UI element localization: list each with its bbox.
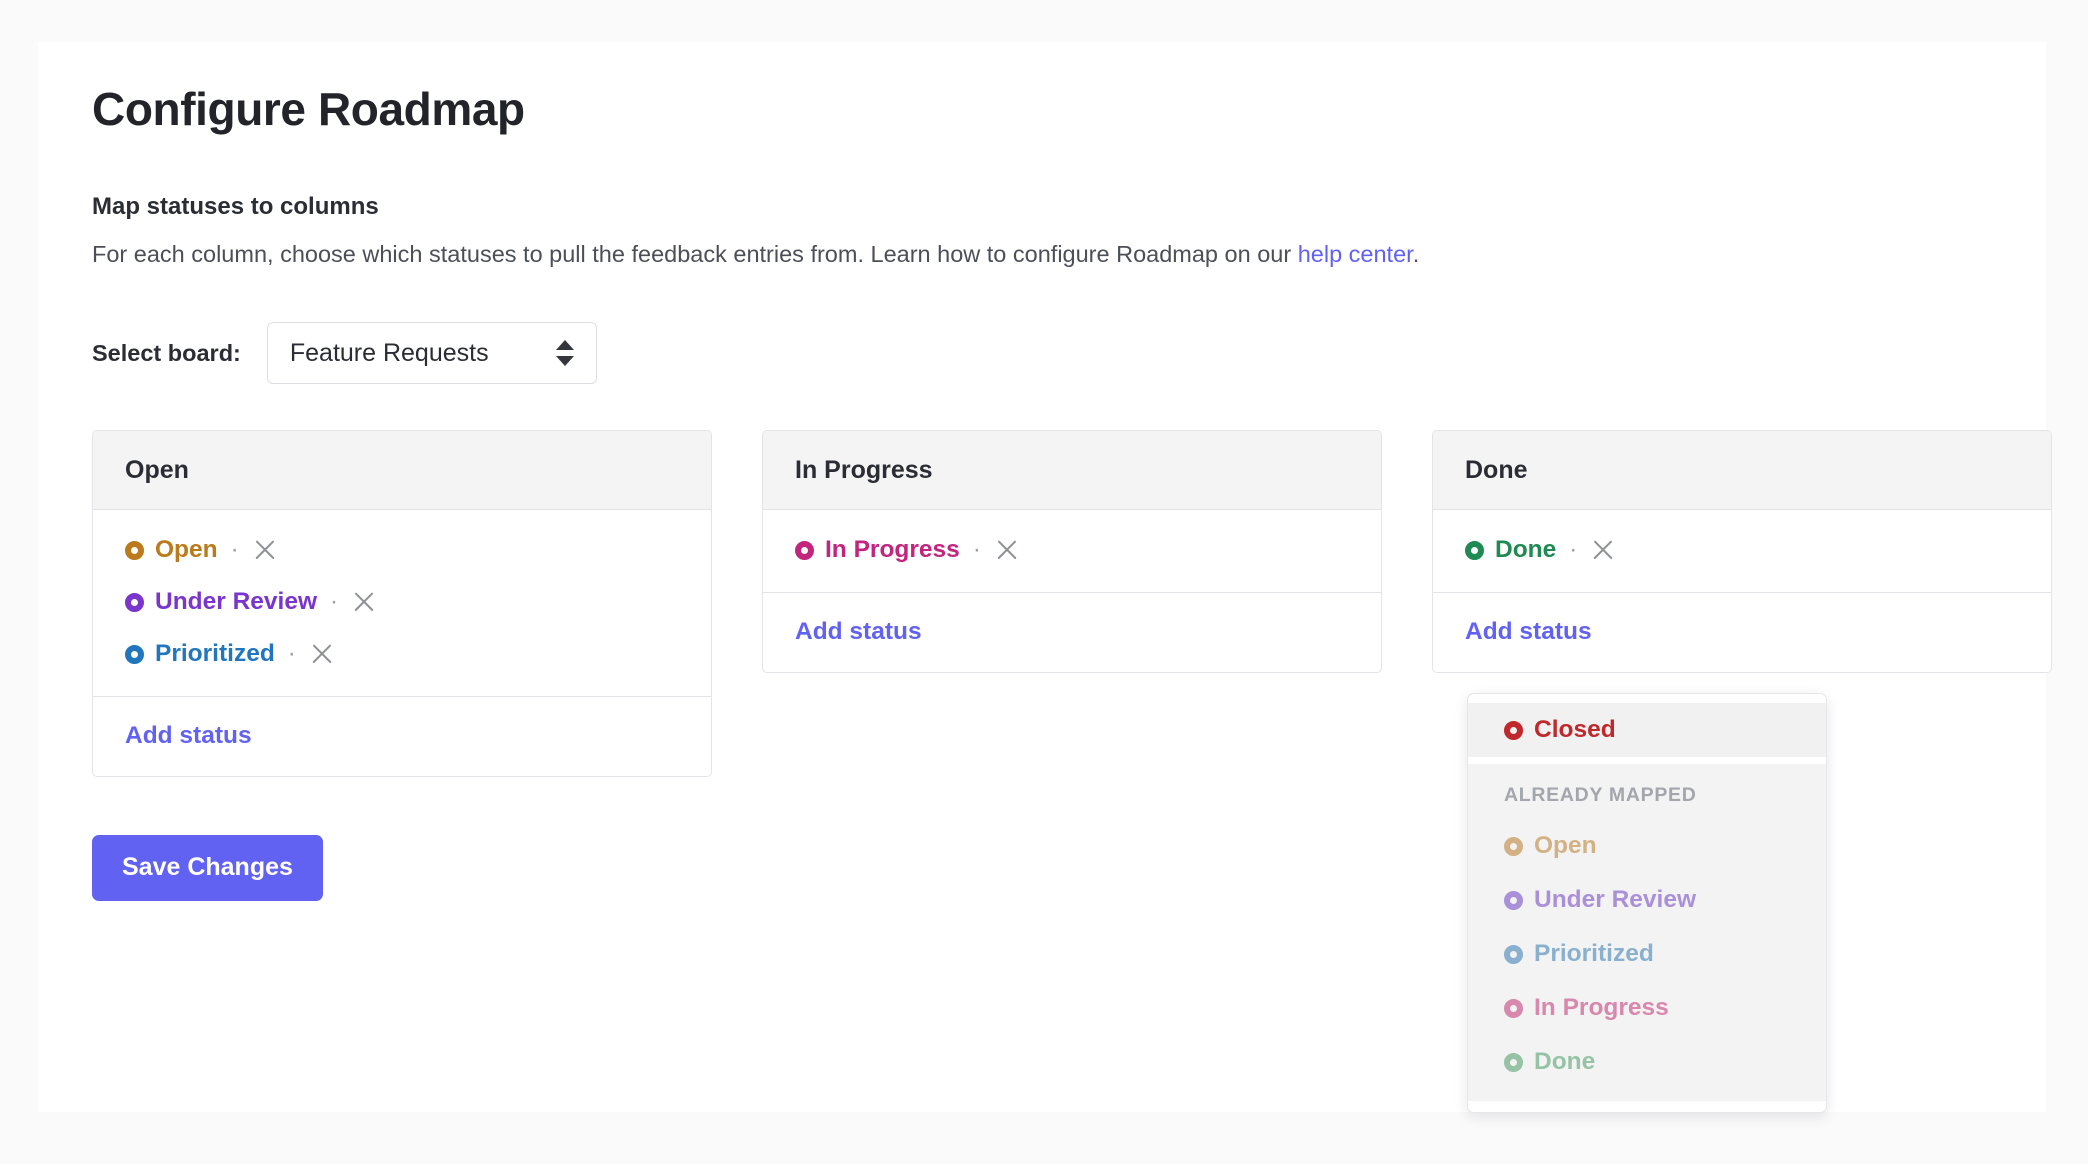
dropdown-group-title: ALREADY MAPPED [1504, 784, 1697, 807]
status-picker-dropdown: Closed ALREADY MAPPED Open Under Review … [1467, 693, 1827, 1114]
column-body-open: Open · Under Review · Prioritized · [93, 510, 711, 698]
status-row: Under Review · [93, 576, 711, 628]
dropdown-item-label: Closed [1534, 716, 1616, 744]
board-select-value: Feature Requests [289, 338, 489, 367]
dropdown-item-under-review: Under Review [1468, 873, 1826, 928]
status-row: Prioritized · [93, 628, 711, 680]
page-title: Configure Roadmap [92, 83, 525, 135]
remove-status-icon[interactable] [1590, 537, 1616, 563]
status-separator: · [1569, 536, 1578, 564]
column-body-done: Done · [1433, 510, 2051, 594]
board-selector-row: Select board: Feature Requests [92, 322, 1992, 385]
section-description-text-after: . [1412, 240, 1420, 267]
status-row: Open · [93, 524, 711, 576]
dropdown-item-label: Under Review [1534, 886, 1697, 914]
board-select-label: Select board: [92, 339, 241, 366]
status-row: Done · [1433, 524, 2051, 576]
column-header-done: Done [1433, 431, 2051, 511]
settings-card: Configure Roadmap Map statuses to column… [38, 42, 2052, 1114]
chevron-down-icon [555, 356, 574, 367]
remove-status-icon[interactable] [252, 537, 278, 563]
status-separator: · [330, 588, 339, 616]
status-label: Under Review [155, 588, 318, 616]
status-dot-icon [125, 592, 144, 612]
status-dot-icon [1504, 944, 1523, 964]
add-status-button[interactable]: Add status [125, 722, 252, 749]
status-separator: · [972, 536, 981, 564]
column-wrap-done: Done Done · Add status Closed ALREADY MA… [1432, 430, 2052, 1114]
column-body-in-progress: In Progress · [763, 510, 1381, 594]
status-row: In Progress · [763, 524, 1381, 576]
status-label: Done [1495, 536, 1557, 564]
status-dot-icon [795, 540, 814, 560]
columns-container: Open Open · Under Review · Prioritized ·… [92, 430, 2052, 1114]
status-dot-icon [1465, 540, 1484, 560]
dropdown-item-in-progress: In Progress [1468, 981, 1826, 1036]
status-separator: · [230, 536, 239, 564]
dropdown-item-label: In Progress [1534, 994, 1669, 1022]
column-title: In Progress [795, 455, 933, 484]
board-select[interactable]: Feature Requests [266, 322, 597, 385]
status-dot-icon [1504, 836, 1523, 856]
select-updown-arrows-icon [555, 340, 574, 367]
column-wrap-open: Open Open · Under Review · Prioritized ·… [92, 430, 712, 778]
remove-status-icon[interactable] [351, 589, 377, 615]
status-dot-icon [125, 644, 144, 664]
dropdown-group-already-mapped: ALREADY MAPPED Open Under Review Priorit… [1468, 764, 1826, 1102]
column-in-progress: In Progress In Progress · Add status [762, 430, 1382, 674]
page-root: Configure Roadmap Map statuses to column… [0, 0, 2088, 1164]
dropdown-item-open: Open [1468, 819, 1826, 874]
remove-status-icon[interactable] [309, 641, 335, 667]
add-status-row-in-progress: Add status [763, 593, 1381, 672]
dropdown-divider [1468, 757, 1826, 765]
column-open: Open Open · Under Review · Prioritized ·… [92, 430, 712, 778]
status-dot-icon [1504, 1052, 1523, 1072]
column-wrap-in-progress: In Progress In Progress · Add status [762, 430, 1382, 674]
dropdown-item-prioritized: Prioritized [1468, 927, 1826, 982]
add-status-row-open: Add status [93, 697, 711, 776]
column-done: Done Done · Add status [1432, 430, 2052, 674]
section-description: For each column, choose which statuses t… [92, 239, 1992, 271]
status-label: Open [155, 536, 218, 564]
status-label: Prioritized [155, 640, 275, 668]
status-separator: · [287, 640, 296, 668]
dropdown-item-label: Prioritized [1534, 940, 1654, 968]
column-title: Open [125, 455, 189, 484]
status-dot-icon [1504, 720, 1523, 740]
section-description-text-before: For each column, choose which statuses t… [92, 240, 1298, 267]
section-heading: Map statuses to columns [92, 192, 379, 220]
settings-card-inner: Configure Roadmap Map statuses to column… [38, 42, 2052, 1114]
status-dot-icon [1504, 998, 1523, 1018]
dropdown-item-closed[interactable]: Closed [1468, 703, 1826, 758]
help-center-link[interactable]: help center [1298, 241, 1413, 267]
column-header-open: Open [93, 431, 711, 511]
status-dot-icon [1504, 890, 1523, 910]
status-label: In Progress [825, 536, 960, 564]
add-status-button[interactable]: Add status [795, 618, 922, 645]
add-status-row-done: Add status [1433, 593, 2051, 672]
status-dot-icon [125, 540, 144, 560]
column-header-in-progress: In Progress [763, 431, 1381, 511]
chevron-up-icon [555, 340, 574, 351]
add-status-button[interactable]: Add status [1465, 618, 1592, 645]
remove-status-icon[interactable] [994, 537, 1020, 563]
dropdown-item-done: Done [1468, 1035, 1826, 1090]
dropdown-item-label: Open [1534, 832, 1597, 860]
dropdown-item-label: Done [1534, 1048, 1596, 1076]
column-title: Done [1465, 455, 1528, 484]
save-changes-button[interactable]: Save Changes [92, 835, 323, 902]
